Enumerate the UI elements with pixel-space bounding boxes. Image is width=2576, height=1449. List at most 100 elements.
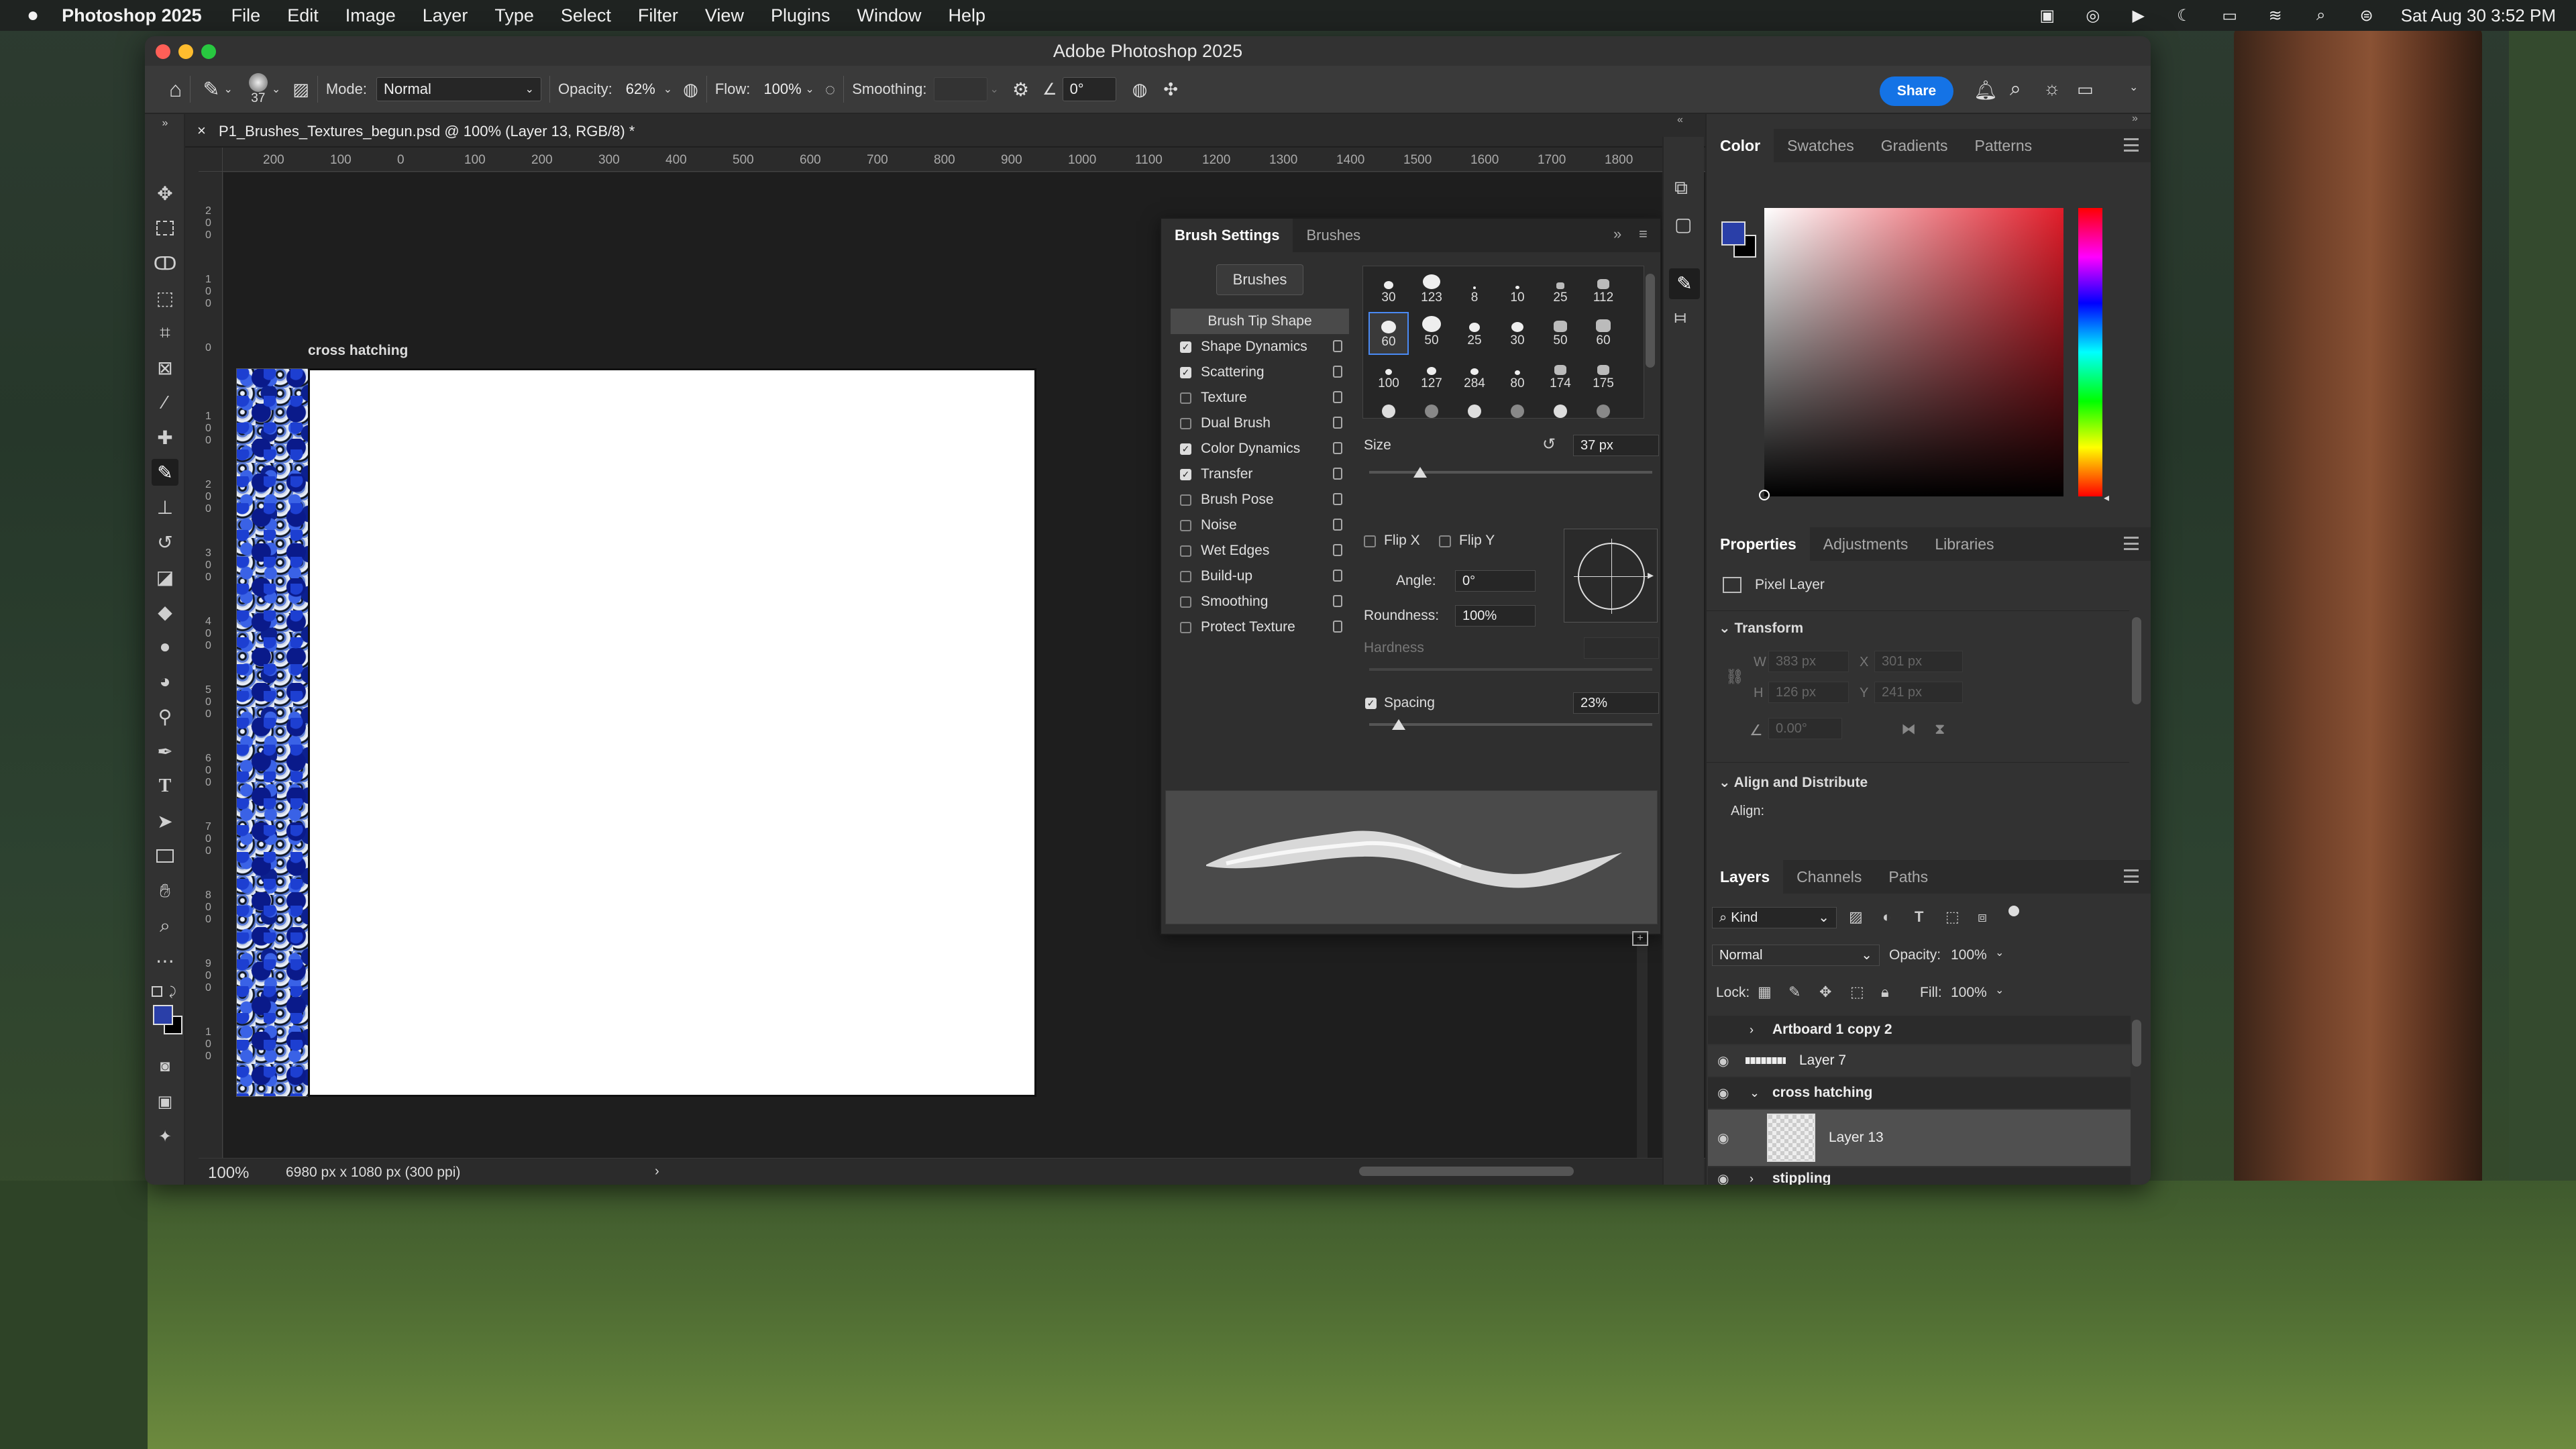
brush-tip[interactable]: 112	[1583, 269, 1623, 312]
tip-grid-scrollbar[interactable]	[1646, 274, 1655, 368]
menu-layer[interactable]: Layer	[423, 5, 468, 26]
color-field-picker[interactable]	[1759, 490, 1770, 500]
brush-tip[interactable]	[1368, 398, 1409, 418]
eye-icon[interactable]: ◉	[1717, 1085, 1729, 1102]
brush-tip[interactable]: 100	[1368, 355, 1409, 398]
moon-icon[interactable]: ☾	[2173, 6, 2196, 25]
spacing-slider-thumb[interactable]	[1392, 719, 1405, 730]
layer-row[interactable]: ◉ ⌄ cross hatching	[1708, 1077, 2131, 1108]
close-button[interactable]	[156, 44, 170, 59]
flow-field[interactable]: 100%	[757, 77, 805, 101]
eye-icon[interactable]: ◉	[1717, 1053, 1729, 1069]
collapse-arrows-icon[interactable]: «	[1677, 114, 1683, 126]
chevron-down-icon[interactable]: ⌄	[1995, 946, 2004, 959]
brush-tip[interactable]: 127	[1411, 355, 1452, 398]
tab-swatches[interactable]: Swatches	[1774, 129, 1868, 162]
brush-tip[interactable]: 174	[1540, 355, 1580, 398]
brush-tip[interactable]: 175	[1583, 355, 1623, 398]
paint-bucket-tool-icon[interactable]: ◆	[152, 598, 178, 625]
lock-icon[interactable]	[1333, 519, 1342, 531]
panel-menu-icon[interactable]	[2124, 138, 2139, 152]
lock-icon[interactable]	[1333, 595, 1342, 607]
chevron-down-icon[interactable]: ⌄	[223, 83, 232, 96]
chevron-down-icon[interactable]: ⌄	[990, 83, 999, 96]
angle-icon[interactable]: ∠	[1042, 80, 1057, 99]
checkbox[interactable]	[1180, 417, 1191, 429]
angle-field[interactable]: 0°	[1455, 570, 1536, 592]
blur-tool-icon[interactable]: ●	[152, 633, 178, 660]
creative-cloud-icon[interactable]: ◎	[2082, 6, 2104, 25]
size-slider[interactable]	[1369, 471, 1652, 474]
object-select-tool-icon[interactable]: ⬚	[152, 284, 178, 311]
brush-settings-icon[interactable]: ✎	[1669, 268, 1700, 299]
search-icon[interactable]: ⌕	[2010, 78, 2021, 101]
eyedropper-tool-icon[interactable]: ⁄	[152, 389, 178, 416]
marquee-tool-icon[interactable]	[152, 215, 178, 241]
chevron-right-icon[interactable]: ›	[655, 1164, 659, 1179]
chevron-down-icon[interactable]: ⌄	[1995, 983, 2004, 997]
collapse-arrows-icon[interactable]: »	[2132, 113, 2138, 125]
word-icon[interactable]: ▣	[2036, 6, 2059, 25]
checkbox[interactable]	[1180, 621, 1191, 633]
tab-brushes[interactable]: Brushes	[1293, 219, 1374, 252]
minimize-button[interactable]	[178, 44, 193, 59]
lock-artboard-icon[interactable]: ⬚	[1850, 983, 1864, 1001]
checkbox[interactable]	[1180, 545, 1191, 557]
tab-adjustments[interactable]: Adjustments	[1810, 527, 1922, 561]
brush-option-protect-texture[interactable]: Protect Texture	[1171, 614, 1349, 640]
angle-field[interactable]: 0°	[1062, 77, 1116, 101]
menu-window[interactable]: Window	[857, 5, 922, 26]
swap-colors-icon[interactable]: ⤸	[169, 985, 176, 999]
align-distribute-header[interactable]: ⌄ Align and Distribute	[1719, 774, 1868, 791]
brush-option-dual-brush[interactable]: Dual Brush	[1171, 411, 1349, 436]
layer-row[interactable]: › Artboard 1 copy 2	[1708, 1016, 2131, 1044]
lock-icon[interactable]	[1333, 468, 1342, 480]
crop-tool-icon[interactable]: ⌗	[152, 319, 178, 346]
spacing-field[interactable]: 23%	[1573, 692, 1659, 714]
adjustments-icon[interactable]: ⧦	[1674, 306, 1686, 328]
control-center-icon[interactable]: ⊜	[2355, 6, 2378, 25]
checkbox[interactable]	[1180, 519, 1191, 531]
properties-scrollbar[interactable]	[2132, 617, 2141, 704]
app-menu[interactable]: Photoshop 2025	[62, 5, 202, 26]
color-field[interactable]	[1764, 208, 2063, 496]
tab-libraries[interactable]: Libraries	[1921, 527, 2007, 561]
brush-tip[interactable]	[1497, 398, 1538, 418]
symmetry-icon[interactable]: ✣	[1163, 79, 1178, 100]
lock-icon[interactable]	[1333, 621, 1342, 633]
spacing-checkbox[interactable]: ✓	[1365, 698, 1377, 709]
frame-tool-icon[interactable]: ⊠	[152, 354, 178, 381]
chevron-down-icon[interactable]: ⌄	[805, 83, 814, 96]
checkbox[interactable]	[1180, 596, 1191, 608]
brush-option-wet-edges[interactable]: Wet Edges	[1171, 538, 1349, 564]
bell-icon[interactable]: 🔔︎	[1974, 79, 1998, 101]
reset-size-icon[interactable]: ↺	[1542, 435, 1556, 454]
checkbox[interactable]	[1180, 392, 1191, 404]
transform-header[interactable]: ⌄ Transform	[1719, 620, 1803, 637]
lock-all-icon[interactable]: 🔒︎	[1881, 983, 1889, 1001]
lock-transparent-icon[interactable]: ▦	[1758, 983, 1772, 1001]
pen-tool-icon[interactable]: ✒	[152, 738, 178, 765]
brush-option-shape-dynamics[interactable]: ✓ Shape Dynamics	[1171, 334, 1349, 360]
history-icon[interactable]: ⧉	[1674, 177, 1688, 199]
lock-icon[interactable]	[1333, 493, 1342, 505]
brush-tip[interactable]	[1454, 398, 1495, 418]
apple-icon[interactable]: ●	[27, 4, 39, 27]
brush-tip[interactable]: 60	[1368, 312, 1409, 355]
lock-position-icon[interactable]: ✥	[1819, 983, 1831, 1001]
hue-slider[interactable]	[2078, 208, 2102, 496]
horizontal-scrollbar[interactable]	[1359, 1167, 1574, 1176]
size-slider-thumb[interactable]	[1413, 467, 1427, 478]
brush-tip[interactable]: 123	[1411, 269, 1452, 312]
spacing-slider[interactable]	[1369, 723, 1652, 726]
home-icon[interactable]: ⌂	[169, 77, 182, 102]
airbrush-icon[interactable]: ◌	[825, 79, 835, 100]
brush-option-brush-tip-shape[interactable]: Brush Tip Shape	[1171, 309, 1349, 334]
artboard-canvas[interactable]	[308, 368, 1036, 1097]
filter-shape-icon[interactable]: ⬚	[1945, 908, 1960, 926]
lock-icon[interactable]	[1333, 366, 1342, 378]
workspace-icon[interactable]: ▭	[2077, 79, 2094, 100]
brush-tool-icon[interactable]: ✎	[152, 459, 178, 486]
collapse-arrows-icon[interactable]: »	[152, 114, 178, 133]
panel-menu-icon[interactable]: ≡	[1639, 225, 1648, 243]
